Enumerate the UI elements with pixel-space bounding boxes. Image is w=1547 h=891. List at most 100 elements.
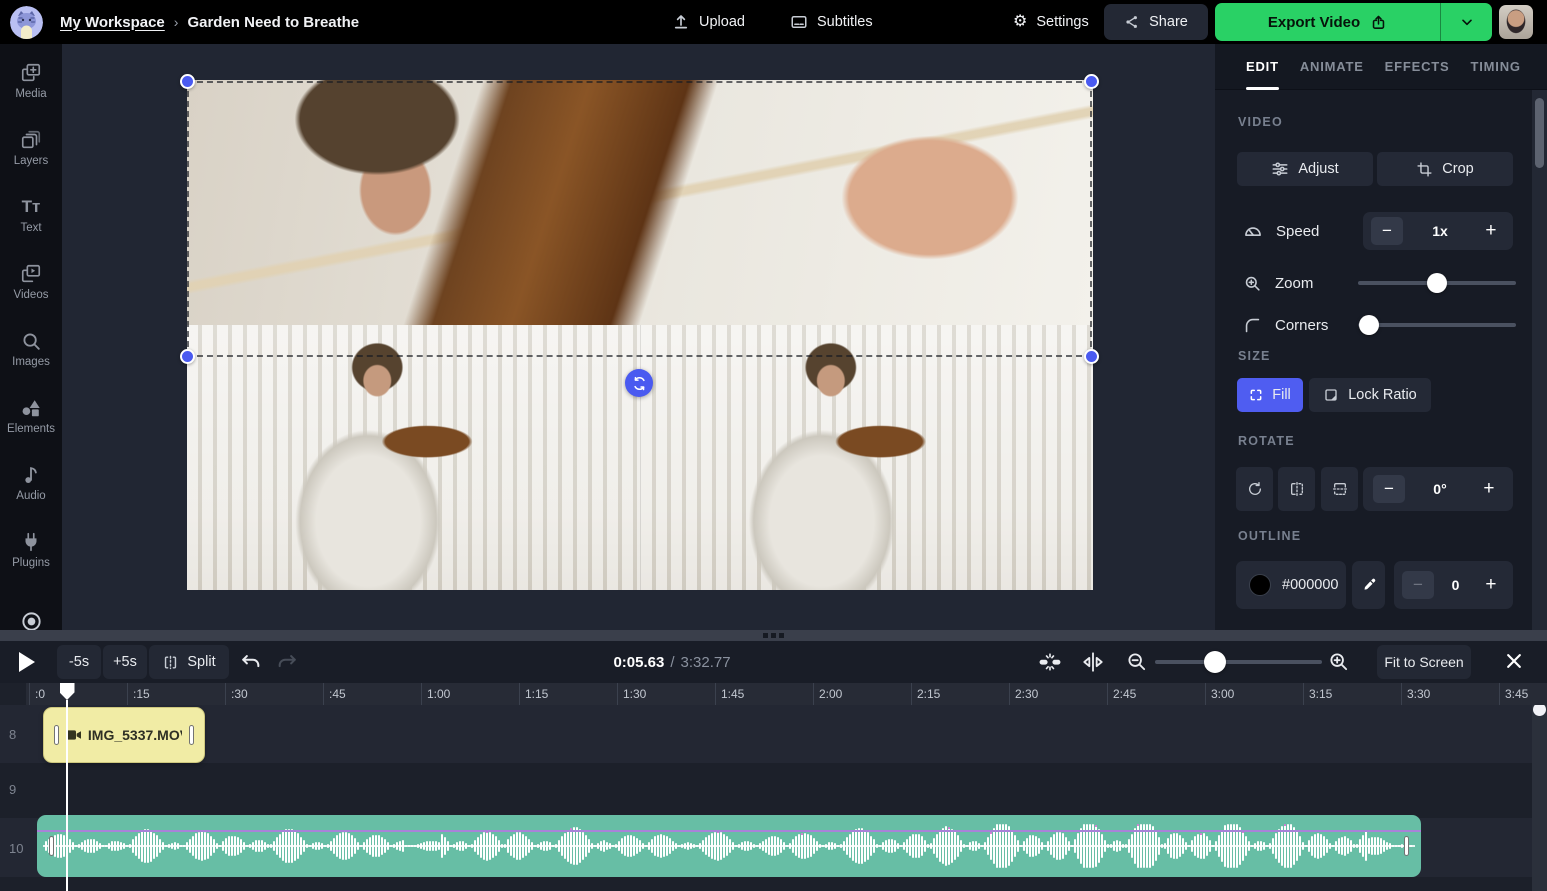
- flip-horizontal-icon: [1289, 481, 1305, 497]
- audio-trim-handle-left[interactable]: [49, 836, 54, 856]
- forward-5s-button[interactable]: +5s: [103, 645, 147, 679]
- slider-handle[interactable]: [1359, 315, 1379, 335]
- export-options-caret[interactable]: [1440, 3, 1492, 41]
- undo-button[interactable]: [240, 651, 262, 673]
- lock-ratio-button[interactable]: Lock Ratio: [1309, 378, 1431, 412]
- video-layer-bottom[interactable]: [187, 325, 1093, 590]
- rotate-increase-button[interactable]: +: [1475, 478, 1503, 500]
- outline-color-button[interactable]: #000000: [1236, 561, 1346, 609]
- breadcrumb-workspace-link[interactable]: My Workspace: [60, 14, 165, 31]
- ruler-tick: 2:45: [1107, 683, 1136, 705]
- split-label: Split: [187, 654, 215, 670]
- video-section-label: VIDEO: [1238, 115, 1283, 129]
- ruler-tick: :45: [323, 683, 346, 705]
- timeline-zoom-slider[interactable]: [1155, 649, 1322, 675]
- sidebar-item-text[interactable]: Tт Text: [0, 178, 62, 245]
- share-button[interactable]: Share: [1104, 4, 1208, 40]
- timeline-resize-handle[interactable]: [0, 630, 1547, 641]
- kapwing-cat-logo[interactable]: [10, 6, 43, 39]
- rotation-angle-value: 0°: [1433, 481, 1446, 497]
- sidebar-item-label: Media: [15, 88, 46, 100]
- rotate-cw-icon: [1247, 481, 1263, 497]
- left-sidebar: Media Layers Tт Text Videos: [0, 44, 62, 630]
- corners-row: Corners: [1243, 308, 1328, 342]
- track-number-10: 10: [9, 841, 23, 856]
- timeline-zoom-out-icon[interactable]: [1126, 651, 1148, 673]
- sidebar-item-label: Videos: [14, 289, 49, 301]
- track-row-8[interactable]: [0, 705, 1547, 763]
- tracks-scrollbar[interactable]: [1532, 705, 1547, 891]
- tab-timing[interactable]: TIMING: [1471, 44, 1521, 90]
- outline-width-increase-button[interactable]: +: [1477, 574, 1505, 596]
- rotate-decrease-button[interactable]: −: [1373, 475, 1405, 503]
- sidebar-item-label: Text: [20, 222, 41, 234]
- tab-animate[interactable]: ANIMATE: [1300, 44, 1364, 90]
- timeline-zoom-in-icon[interactable]: [1328, 651, 1350, 673]
- fit-to-screen-button[interactable]: Fit to Screen: [1377, 645, 1471, 679]
- zoom-label: Zoom: [1275, 275, 1313, 292]
- rotate-handle[interactable]: [625, 369, 653, 397]
- speed-decrease-button[interactable]: −: [1371, 217, 1403, 245]
- audio-clip[interactable]: [37, 815, 1421, 877]
- audio-waveform: [45, 815, 1413, 877]
- corners-slider[interactable]: [1358, 308, 1516, 342]
- tab-edit[interactable]: EDIT: [1246, 44, 1279, 90]
- sidebar-item-images[interactable]: Images: [0, 312, 62, 379]
- corners-label: Corners: [1275, 317, 1328, 334]
- export-video-main[interactable]: Export Video: [1215, 3, 1440, 41]
- sidebar-item-elements[interactable]: Elements: [0, 379, 62, 446]
- snap-toggle-button[interactable]: [1038, 651, 1062, 673]
- sidebar-item-plugins[interactable]: Plugins: [0, 513, 62, 580]
- lock-ratio-label: Lock Ratio: [1348, 387, 1417, 403]
- fill-button[interactable]: Fill: [1237, 378, 1303, 412]
- track-row-9[interactable]: [0, 763, 1547, 818]
- split-button[interactable]: Split: [149, 645, 229, 679]
- settings-button[interactable]: ⚙ Settings: [1013, 14, 1089, 30]
- export-video-button[interactable]: Export Video: [1215, 3, 1492, 41]
- back-5s-button[interactable]: -5s: [57, 645, 101, 679]
- audio-trim-handle-right[interactable]: [1404, 836, 1409, 856]
- video-clip-label: IMG_5337.MOV: [88, 727, 182, 743]
- flip-vertical-button[interactable]: [1321, 467, 1358, 511]
- slider-handle[interactable]: [1427, 273, 1447, 293]
- tracks-scrollbar-thumb[interactable]: [1533, 705, 1546, 716]
- record-button[interactable]: [0, 610, 62, 630]
- tab-effects[interactable]: EFFECTS: [1385, 44, 1450, 90]
- slider-handle[interactable]: [1204, 651, 1226, 673]
- outline-width-decrease-button[interactable]: −: [1402, 571, 1434, 599]
- flip-horizontal-button[interactable]: [1278, 467, 1315, 511]
- upload-button[interactable]: Upload: [672, 13, 745, 31]
- clip-trim-handle-left[interactable]: [54, 725, 59, 745]
- zoom-row: Zoom: [1243, 266, 1313, 300]
- preview-canvas[interactable]: [62, 44, 1215, 630]
- rounded-corner-icon: [1243, 316, 1262, 335]
- play-button[interactable]: [17, 651, 37, 673]
- redo-button[interactable]: [276, 651, 298, 673]
- close-timeline-icon[interactable]: [1504, 651, 1524, 671]
- subtitles-button[interactable]: Subtitles: [790, 13, 873, 31]
- video-clip-img-5337[interactable]: IMG_5337.MOV: [43, 707, 205, 763]
- sidebar-item-audio[interactable]: Audio: [0, 446, 62, 513]
- volume-keyframe-line[interactable]: [37, 830, 1421, 832]
- video-frame-right[interactable]: [640, 325, 1093, 590]
- sidebar-item-layers[interactable]: Layers: [0, 111, 62, 178]
- eyedropper-button[interactable]: [1352, 561, 1385, 609]
- rotate-90-button[interactable]: [1236, 467, 1273, 511]
- ruler-tick: :30: [225, 683, 248, 705]
- sidebar-item-videos[interactable]: Videos: [0, 245, 62, 312]
- speed-increase-button[interactable]: +: [1477, 220, 1505, 242]
- sidebar-item-media[interactable]: Media: [0, 44, 62, 111]
- timeline-ruler[interactable]: :0:15:30:451:001:151:301:452:002:152:302…: [0, 683, 1547, 705]
- zoom-slider[interactable]: [1358, 266, 1516, 300]
- clip-trim-handle-right[interactable]: [189, 725, 194, 745]
- time-separator: /: [670, 654, 674, 671]
- panel-scrollbar-thumb[interactable]: [1535, 98, 1544, 168]
- video-frame-left[interactable]: [187, 325, 640, 590]
- user-avatar[interactable]: [1499, 5, 1533, 39]
- crop-button[interactable]: Crop: [1377, 152, 1513, 186]
- adjust-button[interactable]: Adjust: [1237, 152, 1373, 186]
- expand-playhead-button[interactable]: [1080, 651, 1106, 673]
- adjust-label: Adjust: [1298, 161, 1338, 177]
- panel-scrollbar[interactable]: [1532, 90, 1547, 630]
- video-layer-top[interactable]: [187, 80, 1093, 325]
